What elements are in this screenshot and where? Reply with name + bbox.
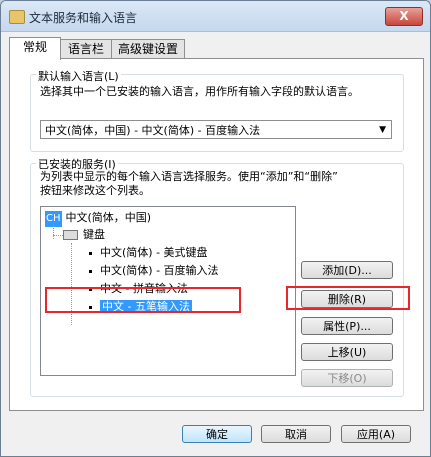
installed-services-description-1: 为列表中显示的每个输入语言选择服务。使用“添加”和“删除” (40, 170, 338, 183)
highlight-remove-button (286, 286, 410, 310)
apply-button[interactable]: 应用(A) (341, 425, 411, 443)
ok-button[interactable]: 确定 (182, 425, 252, 443)
tree-item[interactable]: 中文(简体) - 百度输入法 (89, 263, 219, 279)
tree-keyboard-label: 键盘 (83, 228, 105, 241)
close-button[interactable]: X (385, 7, 423, 26)
tab-panel-general: 默认输入语言(L) 选择其中一个已安装的输入语言，用作所有输入字段的默认语言。 … (9, 58, 424, 411)
cancel-button[interactable]: 取消 (261, 425, 331, 443)
tree-item[interactable]: 中文(简体) - 美式键盘 (89, 245, 208, 261)
highlight-selected-item (45, 287, 241, 313)
bullet-icon (89, 251, 92, 255)
tab-general[interactable]: 常规 (9, 37, 61, 60)
window-title: 文本服务和输入语言 (29, 11, 138, 25)
tree-connector (53, 235, 63, 236)
move-up-button[interactable]: 上移(U) (301, 343, 393, 361)
add-button[interactable]: 添加(D)... (301, 261, 393, 279)
tree-item-label: 中文(简体) - 美式键盘 (100, 246, 208, 259)
default-language-group-title: 默认输入语言(L) (36, 68, 121, 84)
title-bar[interactable]: 文本服务和输入语言 X (1, 1, 430, 32)
default-language-description: 选择其中一个已安装的输入语言，用作所有输入字段的默认语言。 (40, 85, 359, 98)
tab-advanced-keys[interactable]: 高级键设置 (111, 39, 185, 59)
default-language-select[interactable]: 中文(简体，中国) - 中文(简体) - 百度输入法 ▼ (40, 120, 392, 139)
properties-button[interactable]: 属性(P)... (301, 317, 393, 335)
tab-language-bar[interactable]: 语言栏 (59, 39, 113, 59)
tree-connector (53, 225, 54, 239)
move-down-button[interactable]: 下移(O) (301, 369, 393, 387)
dialog-window: 文本服务和输入语言 X 常规 语言栏 高级键设置 默认输入语言(L) 选择其中一… (0, 0, 431, 457)
default-language-value: 中文(简体，中国) - 中文(简体) - 百度输入法 (45, 124, 261, 137)
tree-keyboard-node[interactable]: 键盘 (63, 227, 105, 243)
keyboard-icon (63, 230, 78, 240)
tree-item-label: 中文(简体) - 百度输入法 (100, 264, 219, 277)
chevron-down-icon[interactable]: ▼ (379, 121, 386, 140)
bullet-icon (89, 269, 92, 273)
tree-language-node[interactable]: CH 中文(简体，中国) (45, 210, 152, 227)
tree-language-label: 中文(简体，中国) (65, 211, 152, 224)
installed-services-description-2: 按钮来修改这个列表。 (40, 184, 150, 197)
keyboard-app-icon (9, 10, 25, 24)
